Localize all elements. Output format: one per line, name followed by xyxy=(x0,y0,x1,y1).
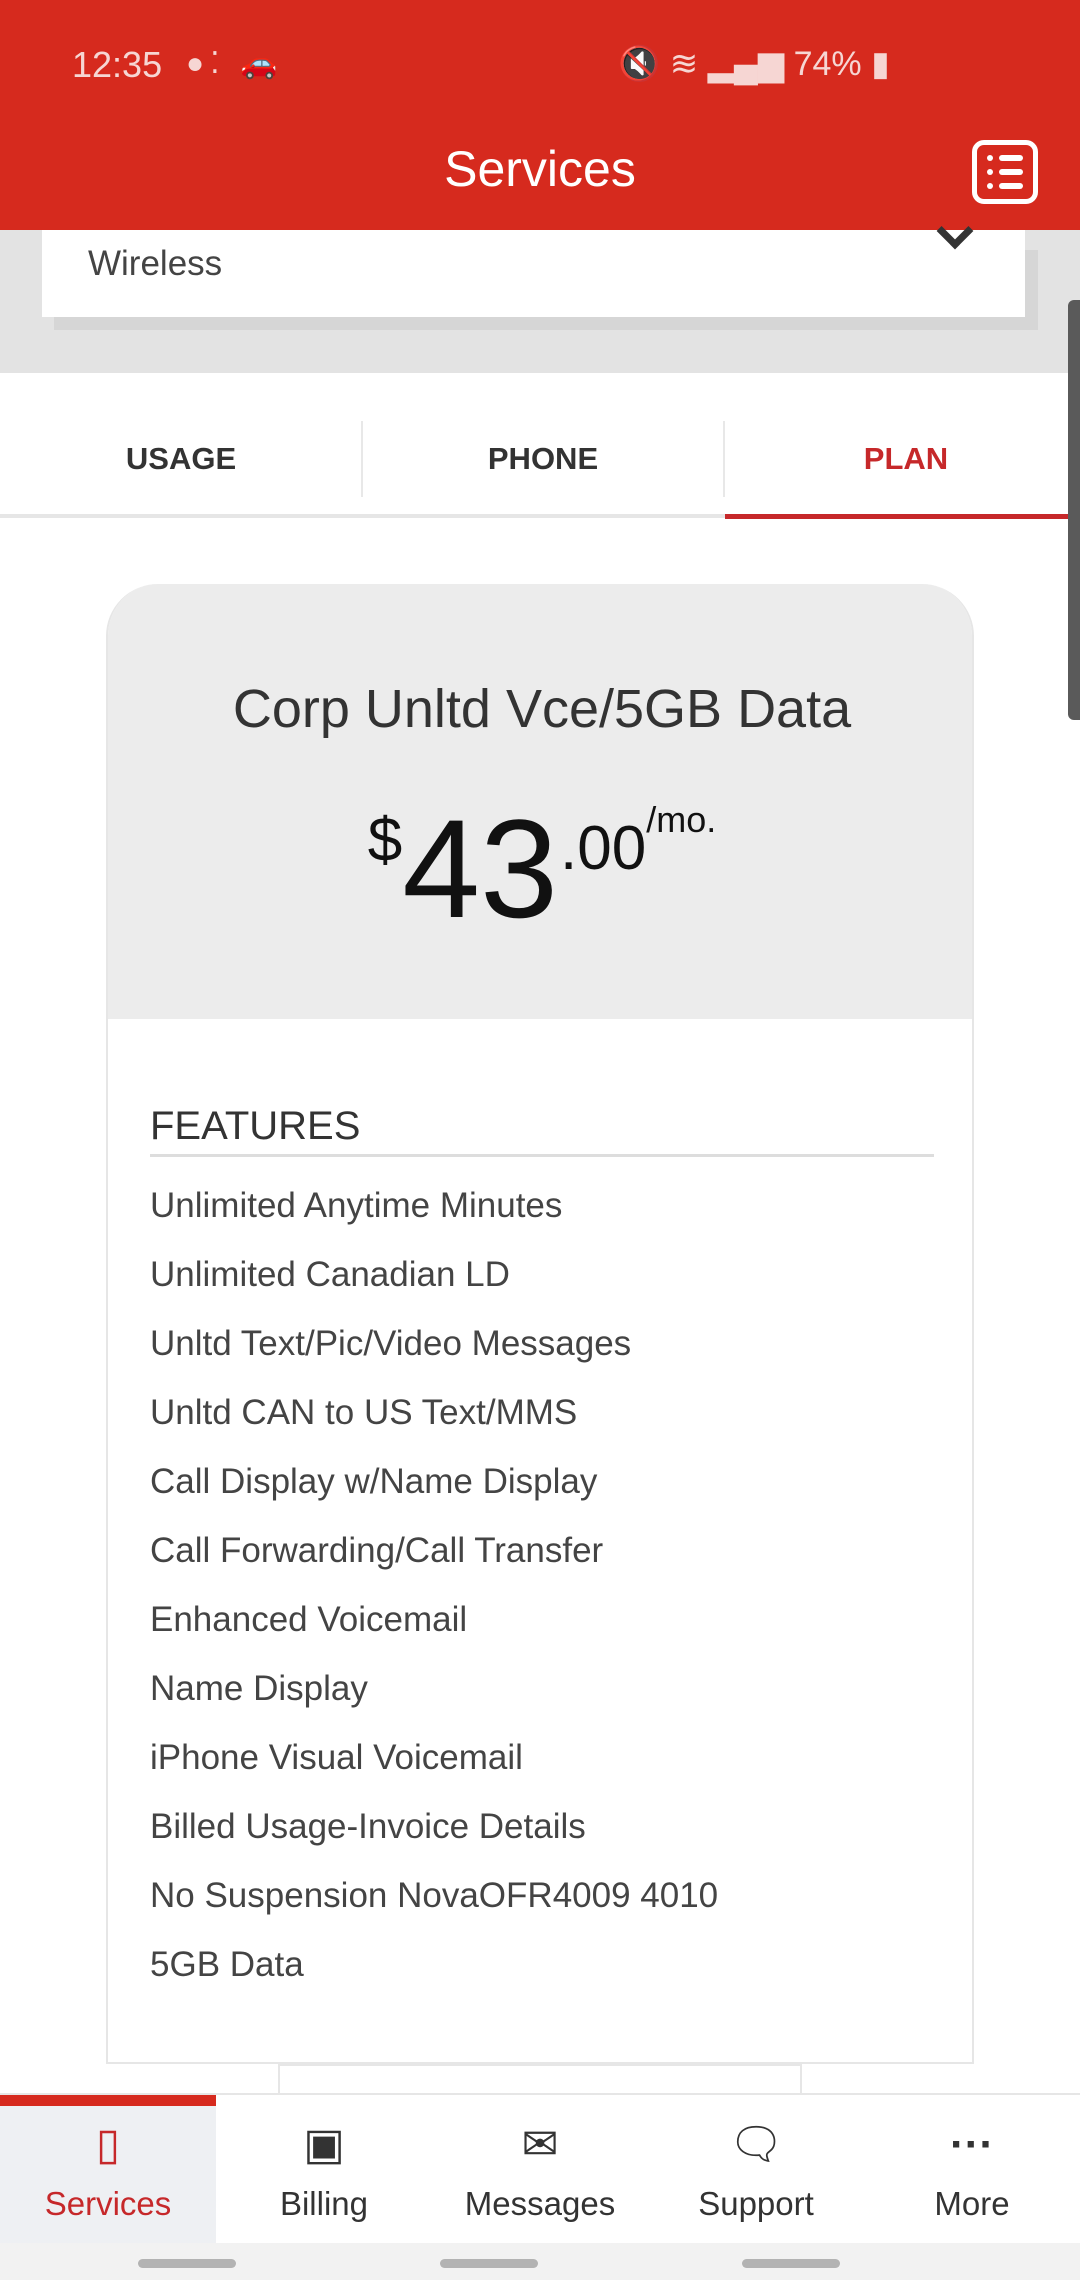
system-gesture-bar xyxy=(0,2243,1080,2280)
tab-usage[interactable]: USAGE xyxy=(0,373,362,518)
active-tab-indicator xyxy=(725,514,1080,519)
price-dollars: 43 xyxy=(402,790,558,947)
nav-support[interactable]: 🗨 Support xyxy=(648,2095,864,2245)
plan-header: Corp Unltd Vce/5GB Data $43.00/mo. xyxy=(108,584,972,1019)
feature-item: 5GB Data xyxy=(150,1945,304,1984)
price-period: /mo. xyxy=(646,799,717,840)
page-title: Services xyxy=(444,141,636,197)
feature-item: Unlimited Anytime Minutes xyxy=(150,1186,563,1225)
scrollbar[interactable] xyxy=(1068,300,1080,720)
list-icon[interactable] xyxy=(972,140,1038,204)
mute-icon: 🔇 xyxy=(618,45,661,83)
service-tabs: USAGE PHONE PLAN xyxy=(0,373,1080,519)
tab-plan[interactable]: PLAN xyxy=(725,373,1080,518)
wifi-icon: ≋ xyxy=(669,45,699,83)
feature-item: Enhanced Voicemail xyxy=(150,1600,468,1639)
nav-label: More xyxy=(934,2185,1010,2222)
price-currency: $ xyxy=(367,806,403,875)
nav-billing[interactable]: ▣ Billing xyxy=(216,2095,432,2245)
account-type-dropdown[interactable]: Wireless xyxy=(42,212,1025,317)
feature-item: Name Display xyxy=(150,1669,368,1708)
battery-icon: ▮ xyxy=(871,45,890,83)
feature-item: Unltd CAN to US Text/MMS xyxy=(150,1393,578,1432)
phone-icon: ▯ xyxy=(95,2120,121,2169)
nav-services[interactable]: ▯ Services xyxy=(0,2095,216,2245)
feature-item: No Suspension NovaOFR4009 4010 xyxy=(150,1876,719,1915)
plan-price: $43.00/mo. xyxy=(108,790,972,947)
price-cents: .00 xyxy=(560,814,647,883)
notification-icons: ●⁚ 🚗 xyxy=(186,47,284,80)
plan-card: Corp Unltd Vce/5GB Data $43.00/mo. FEATU… xyxy=(106,584,974,2064)
feature-item: Billed Usage-Invoice Details xyxy=(150,1807,586,1846)
nav-label: Support xyxy=(698,2185,814,2222)
feature-item: Unlimited Canadian LD xyxy=(150,1255,510,1294)
divider xyxy=(150,1154,934,1157)
features-list: Unlimited Anytime Minutes Unlimited Cana… xyxy=(150,1182,718,2010)
next-card-edge xyxy=(278,2064,802,2094)
nav-more[interactable]: ··· More xyxy=(864,2095,1080,2245)
feature-item: Call Forwarding/Call Transfer xyxy=(150,1531,604,1570)
nav-messages[interactable]: ✉ Messages xyxy=(432,2095,648,2245)
bottom-nav: ▯ Services ▣ Billing ✉ Messages 🗨 Suppor… xyxy=(0,2093,1080,2245)
status-time: 12:35 xyxy=(72,44,163,85)
gesture-pill xyxy=(742,2259,840,2268)
tab-phone[interactable]: PHONE xyxy=(362,373,724,518)
nav-label: Messages xyxy=(464,2185,616,2222)
app-header: 12:35 ●⁚ 🚗 🔇 ≋ ▂▄▆ 74% ▮ Services xyxy=(0,0,1080,230)
feature-item: Call Display w/Name Display xyxy=(150,1462,598,1501)
signal-icon: ▂▄▆ xyxy=(707,45,785,83)
system-status-icons: 🔇 ≋ ▂▄▆ 74% ▮ xyxy=(618,44,890,84)
features-heading: FEATURES xyxy=(150,1104,361,1148)
more-icon: ··· xyxy=(950,2120,994,2169)
feature-item: iPhone Visual Voicemail xyxy=(150,1738,523,1777)
nav-label: Billing xyxy=(279,2185,369,2222)
money-icon: ▣ xyxy=(303,2120,345,2169)
support-chat-icon: 🗨 xyxy=(728,2120,784,2169)
battery-level: 74% xyxy=(793,45,862,83)
dropdown-value: Wireless xyxy=(88,244,223,283)
gesture-pill xyxy=(138,2259,236,2268)
feature-item: Unltd Text/Pic/Video Messages xyxy=(150,1324,632,1363)
nav-label: Services xyxy=(44,2185,172,2222)
envelope-icon: ✉ xyxy=(521,2120,559,2169)
plan-name: Corp Unltd Vce/5GB Data xyxy=(232,679,852,739)
gesture-pill xyxy=(440,2259,538,2268)
